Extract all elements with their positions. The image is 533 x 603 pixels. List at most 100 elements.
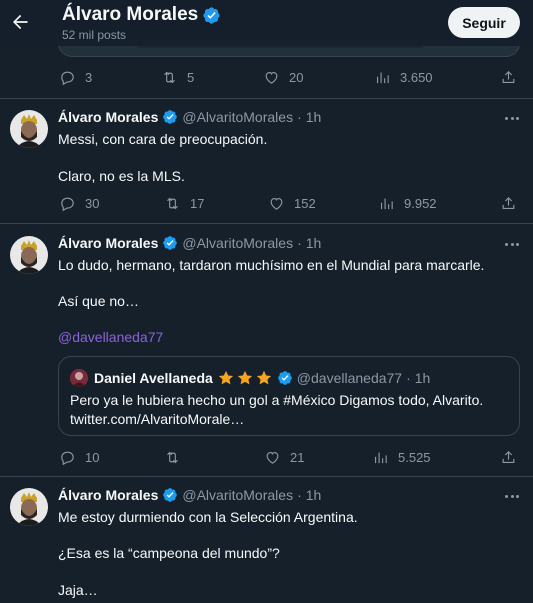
more-button[interactable] bbox=[502, 486, 522, 506]
verified-badge-icon bbox=[202, 6, 221, 25]
reply-button[interactable]: 3 bbox=[59, 69, 92, 86]
star-icon bbox=[217, 369, 235, 387]
repost-button[interactable] bbox=[164, 449, 190, 466]
tweet-header: Álvaro Morales @AlvaritoMorales · 1h bbox=[58, 487, 321, 503]
reply-button[interactable]: 10 bbox=[59, 449, 99, 466]
separator: · bbox=[297, 235, 302, 251]
author-name[interactable]: Álvaro Morales bbox=[58, 109, 158, 125]
tweet-text-line: Claro, no es la MLS. bbox=[58, 168, 185, 184]
share-icon bbox=[502, 450, 515, 463]
verified-badge-icon bbox=[162, 109, 178, 125]
author-handle[interactable]: @AlvaritoMorales bbox=[182, 487, 293, 503]
tweet-text-line: Messi, con cara de preocupación. bbox=[58, 131, 268, 147]
tweet-actions: 10 21 5.525 bbox=[0, 446, 533, 468]
verified-badge-icon bbox=[162, 487, 178, 503]
separator: · bbox=[297, 109, 302, 125]
quote-author-name: Daniel Avellaneda bbox=[94, 370, 213, 386]
profile-header: Álvaro Morales 52 mil posts Seguir bbox=[0, 0, 533, 46]
divider bbox=[0, 98, 533, 99]
quote-text-line: Pero ya le hubiera hecho un gol a #Méxic… bbox=[70, 392, 484, 408]
star-icon bbox=[255, 369, 273, 387]
author-name[interactable]: Álvaro Morales bbox=[58, 487, 158, 503]
like-count: 152 bbox=[294, 195, 316, 211]
like-count: 21 bbox=[290, 449, 305, 465]
previous-tweet-actions: 3 5 20 3.650 bbox=[0, 66, 533, 88]
views-icon bbox=[374, 452, 387, 463]
divider bbox=[0, 476, 533, 477]
views-count: 9.952 bbox=[404, 195, 437, 211]
quote-link-text: twitter.com/AlvaritoMorale… bbox=[70, 411, 245, 427]
reply-count: 10 bbox=[85, 449, 100, 465]
repost-icon bbox=[167, 451, 178, 463]
tweet-text-line: ¿Esa es la “campeona del mundo”? bbox=[58, 545, 280, 561]
star-badges bbox=[217, 369, 273, 387]
views-button[interactable]: 3.650 bbox=[374, 69, 433, 86]
repost-icon bbox=[164, 71, 175, 83]
avatar[interactable] bbox=[10, 110, 48, 148]
timestamp[interactable]: 1h bbox=[306, 487, 322, 503]
views-count: 3.650 bbox=[400, 69, 433, 85]
mention-link[interactable]: @davellaneda77 bbox=[58, 328, 163, 347]
heart-icon bbox=[265, 71, 278, 84]
repost-count: 17 bbox=[190, 195, 205, 211]
timestamp[interactable]: 1h bbox=[306, 109, 322, 125]
more-button[interactable] bbox=[502, 108, 522, 128]
views-count: 5.525 bbox=[398, 449, 431, 465]
tweet-header: Álvaro Morales @AlvaritoMorales · 1h bbox=[58, 235, 321, 251]
share-button[interactable] bbox=[500, 449, 517, 466]
like-button[interactable]: 152 bbox=[268, 195, 316, 212]
repost-icon bbox=[167, 197, 178, 209]
reply-count: 30 bbox=[85, 195, 100, 211]
quote-header: Daniel Avellaneda @davellaneda77 · 1h bbox=[70, 369, 430, 387]
like-button[interactable]: 21 bbox=[264, 449, 304, 466]
back-button[interactable] bbox=[6, 8, 34, 36]
reply-icon bbox=[61, 197, 74, 211]
share-button[interactable] bbox=[500, 69, 517, 86]
author-handle[interactable]: @AlvaritoMorales bbox=[182, 235, 293, 251]
tweet-text-line: Lo dudo, hermano, tardaron muchísimo en … bbox=[58, 257, 485, 273]
verified-badge-icon bbox=[162, 235, 178, 251]
reply-button[interactable]: 30 bbox=[59, 195, 99, 212]
author-handle[interactable]: @AlvaritoMorales bbox=[182, 109, 293, 125]
repost-button[interactable]: 5 bbox=[161, 69, 194, 86]
star-icon bbox=[236, 369, 254, 387]
like-count: 20 bbox=[289, 69, 304, 85]
post-count: 52 mil posts bbox=[62, 28, 127, 42]
tweet-header: Álvaro Morales @AlvaritoMorales · 1h bbox=[58, 109, 321, 125]
reply-icon bbox=[61, 451, 74, 465]
share-button[interactable] bbox=[500, 195, 517, 212]
quote-timestamp: 1h bbox=[414, 370, 431, 386]
arrow-left-icon bbox=[13, 14, 28, 30]
heart-icon bbox=[266, 451, 279, 464]
views-icon bbox=[376, 72, 389, 83]
views-icon bbox=[380, 198, 393, 209]
quote-tweet-card[interactable]: Daniel Avellaneda @davellaneda77 · 1h Pe… bbox=[58, 356, 520, 436]
header-name: Álvaro Morales bbox=[62, 4, 199, 25]
quote-author-handle: @davellaneda77 bbox=[296, 370, 403, 386]
avatar[interactable] bbox=[10, 236, 48, 274]
repost-count: 5 bbox=[187, 69, 195, 85]
tweet-text-line: Así que no… bbox=[58, 293, 139, 309]
like-button[interactable]: 20 bbox=[263, 69, 303, 86]
author-name[interactable]: Álvaro Morales bbox=[58, 235, 158, 251]
tweet-text-line: Jaja… bbox=[58, 582, 98, 598]
heart-icon bbox=[270, 197, 283, 210]
divider bbox=[0, 223, 533, 224]
reply-count: 3 bbox=[85, 69, 93, 85]
reply-icon bbox=[61, 71, 74, 85]
quote-avatar bbox=[70, 369, 88, 387]
share-icon bbox=[502, 70, 515, 83]
timestamp[interactable]: 1h bbox=[306, 235, 322, 251]
tweet-actions: 30 17 152 9.952 bbox=[0, 192, 533, 214]
share-icon bbox=[502, 196, 515, 209]
separator: · bbox=[406, 370, 411, 386]
tweet-text-line: Me estoy durmiendo con la Selección Arge… bbox=[58, 509, 358, 525]
views-button[interactable]: 9.952 bbox=[378, 195, 437, 212]
follow-button[interactable]: Seguir bbox=[448, 7, 520, 38]
avatar[interactable] bbox=[10, 488, 48, 526]
repost-button[interactable]: 17 bbox=[164, 195, 204, 212]
header-title: Álvaro Morales bbox=[62, 4, 221, 26]
separator: · bbox=[297, 487, 302, 503]
more-button[interactable] bbox=[502, 234, 522, 254]
views-button[interactable]: 5.525 bbox=[372, 449, 431, 466]
